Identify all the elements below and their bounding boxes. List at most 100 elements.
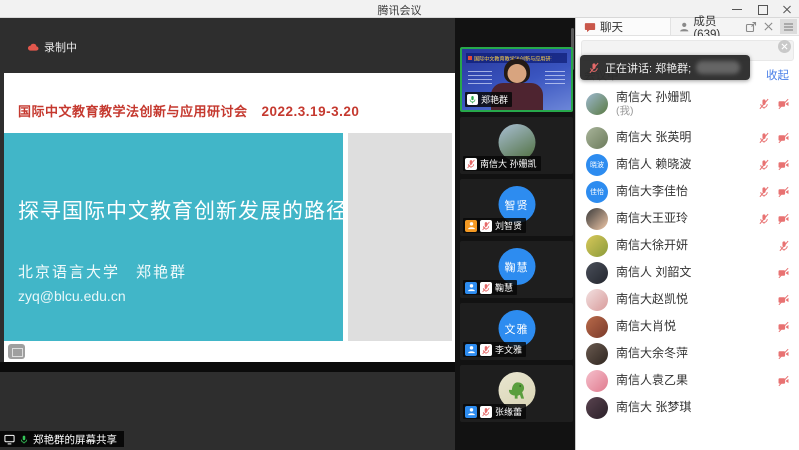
member-row[interactable]: 晓波 南信人 赖晓波	[576, 151, 799, 178]
member-status-icons	[777, 375, 799, 387]
shared-screen-area: 录制中 国际中文教育教学法创新与应用研讨会2022.3.19-3.20 探寻国际…	[0, 18, 455, 450]
panel-menu-button[interactable]	[780, 19, 797, 34]
tile-name-label: 李文雅	[463, 342, 526, 357]
mic-muted-icon	[480, 282, 492, 294]
member-row[interactable]: 佳怡 南信大李佳怡	[576, 178, 799, 205]
video-tile[interactable]: 鞠慧 鞠慧	[460, 241, 573, 298]
camera-off-icon	[777, 375, 790, 387]
member-name: 南信人袁乙果	[616, 373, 688, 388]
member-row[interactable]: 南信大王亚玲	[576, 205, 799, 232]
slide-email: zyq@blcu.edu.cn	[18, 288, 126, 304]
slide-title: 探寻国际中文教育创新发展的路径	[18, 195, 348, 225]
recording-label: 录制中	[44, 39, 77, 55]
video-tile[interactable]: 文雅 李文雅	[460, 303, 573, 360]
recording-cloud-icon	[27, 42, 39, 52]
slide-author-line: 北京语言大学郑艳群	[18, 261, 187, 282]
role-badge	[465, 282, 477, 294]
collapse-link[interactable]: 收起	[766, 67, 789, 83]
member-name: 南信大李佳怡	[616, 184, 688, 199]
mic-muted-icon	[480, 220, 492, 232]
mic-active-icon	[19, 434, 29, 445]
member-row[interactable]: 南信人 刘韶文	[576, 259, 799, 286]
mic-muted-icon	[758, 132, 770, 144]
member-list: 南信大 孙姗凯 (我) 南信大 张英明 晓波 南信人 赖晓波	[576, 84, 799, 450]
mic-muted-icon	[588, 62, 600, 74]
tile-participant-name: 李文雅	[495, 343, 522, 356]
tile-name-label: 鞠慧	[463, 280, 517, 295]
video-tile[interactable]: 智贤 刘智贤	[460, 179, 573, 236]
panel-close-icon[interactable]	[763, 21, 774, 32]
member-name: 南信大王亚玲	[616, 211, 688, 226]
member-avatar	[586, 316, 608, 338]
tile-participant-name: 张缘蕾	[495, 405, 522, 418]
member-search-row: 正在讲话: 郑艳群;	[576, 36, 799, 65]
member-status-icons	[777, 267, 799, 279]
recording-indicator: 录制中	[27, 39, 77, 55]
speaker-video-tile[interactable]: 国际中文教育教学法创新与应用研讨会 郑艳群	[460, 47, 573, 112]
member-row[interactable]: 南信大赵凯悦	[576, 286, 799, 313]
speaking-now-tooltip: 正在讲话: 郑艳群;	[580, 55, 750, 80]
floating-toolbar-stub[interactable]	[8, 344, 25, 359]
video-tile[interactable]: 张缘蕾	[460, 365, 573, 422]
search-clear-icon[interactable]	[778, 40, 791, 53]
video-tile[interactable]: 南信大 孙姗凯	[460, 117, 573, 174]
banner-logo	[468, 56, 472, 60]
mic-muted-icon	[758, 213, 770, 225]
member-name: 南信大赵凯悦	[616, 292, 688, 307]
slide-author: 郑艳群	[136, 264, 187, 281]
role-badge	[465, 406, 477, 418]
member-avatar	[586, 208, 608, 230]
screen-share-banner: 郑艳群的屏幕共享	[0, 431, 124, 447]
member-status-icons	[758, 213, 799, 225]
window-title: 腾讯会议	[0, 2, 799, 18]
mic-muted-icon	[465, 158, 477, 170]
member-avatar	[586, 235, 608, 257]
member-name: 南信大余冬萍	[616, 346, 688, 361]
member-status-icons	[777, 294, 799, 306]
member-avatar: 佳怡	[586, 181, 608, 203]
member-row[interactable]: 南信大徐开妍	[576, 232, 799, 259]
slide-affiliation: 北京语言大学	[18, 264, 120, 281]
member-avatar	[586, 262, 608, 284]
member-status-icons	[758, 159, 799, 171]
person-icon	[467, 283, 476, 292]
member-status-icons	[777, 321, 799, 333]
taskbar-strip	[0, 362, 455, 372]
member-avatar	[586, 397, 608, 419]
member-status-icons	[758, 132, 799, 144]
member-avatar	[586, 93, 608, 115]
members-icon	[679, 21, 690, 33]
maximize-button[interactable]	[756, 3, 768, 15]
member-row[interactable]: 南信大 张梦琪	[576, 394, 799, 421]
tab-members[interactable]: 成员(639)	[671, 18, 745, 35]
member-row[interactable]: 南信大 孙姗凯 (我)	[576, 84, 799, 124]
slide-header: 国际中文教育教学法创新与应用研讨会2022.3.19-3.20	[18, 101, 359, 120]
camera-off-icon	[777, 159, 790, 171]
tab-chat[interactable]: 聊天	[576, 18, 671, 35]
close-button[interactable]	[781, 3, 793, 15]
camera-off-icon	[777, 98, 790, 110]
member-row[interactable]: 南信大余冬萍	[576, 340, 799, 367]
tile-name-label: 刘智贤	[463, 218, 526, 233]
slide-teal-panel: 探寻国际中文教育创新发展的路径 北京语言大学郑艳群 zyq@blcu.edu.c…	[4, 133, 343, 341]
member-row[interactable]: 南信大 张英明	[576, 124, 799, 151]
role-badge	[465, 220, 477, 232]
person-icon	[467, 345, 476, 354]
camera-off-icon	[777, 213, 790, 225]
member-avatar	[586, 370, 608, 392]
presentation-slide: 国际中文教育教学法创新与应用研讨会2022.3.19-3.20 探寻国际中文教育…	[4, 73, 455, 362]
mic-muted-icon	[480, 406, 492, 418]
slide-gray-panel	[348, 133, 452, 341]
member-name: 南信人 赖晓波	[616, 157, 691, 172]
member-avatar	[586, 343, 608, 365]
member-row[interactable]: 南信大肖悦	[576, 313, 799, 340]
member-name: 南信大 张梦琪	[616, 400, 691, 415]
member-row[interactable]: 南信人袁乙果	[576, 367, 799, 394]
member-me-label: (我)	[616, 105, 691, 118]
camera-off-icon	[777, 132, 790, 144]
bg-text-right	[545, 71, 565, 84]
window-titlebar: 腾讯会议	[0, 0, 799, 18]
popout-icon[interactable]	[745, 21, 757, 33]
camera-off-icon	[777, 294, 790, 306]
member-status-icons	[758, 186, 799, 198]
